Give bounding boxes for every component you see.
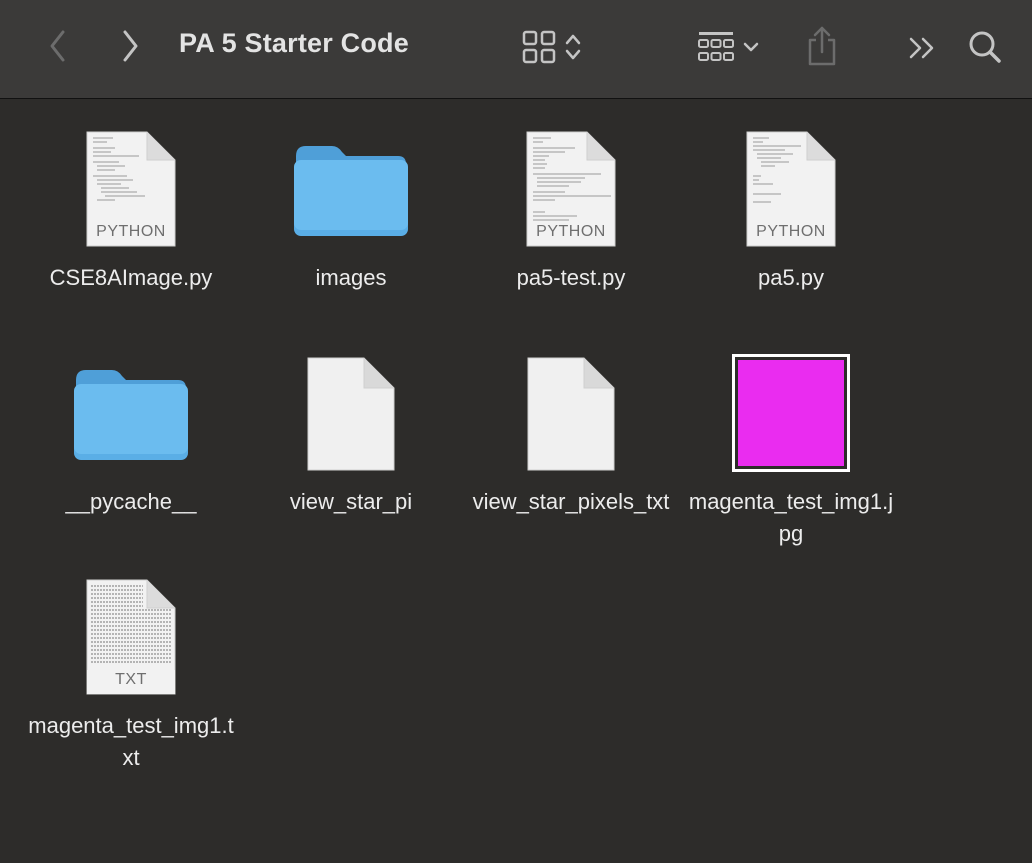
file-name: view_star_pixels_txt — [472, 489, 670, 514]
text-file-icon: TXT — [85, 578, 177, 696]
back-button[interactable] — [40, 24, 76, 68]
folder-item[interactable]: __pycache__ — [26, 342, 236, 518]
python-file-icon: PYTHON — [745, 130, 837, 248]
share-button[interactable] — [802, 22, 842, 70]
share-icon — [808, 26, 836, 66]
file-name: images — [315, 265, 387, 290]
forward-button[interactable] — [112, 24, 148, 68]
file-name: CSE8AImage.py — [49, 265, 213, 290]
group-by-button[interactable] — [690, 26, 766, 68]
file-item[interactable]: magenta_test_img1.jpg — [686, 342, 896, 550]
file-name: pa5.py — [757, 265, 825, 290]
file-item[interactable]: PYTHON pa5-test.py — [466, 118, 676, 294]
file-item[interactable]: PYTHON pa5.py — [686, 118, 896, 294]
chevron-right-icon — [123, 30, 138, 62]
search-button[interactable] — [964, 26, 1006, 68]
finder-toolbar: PA 5 Starter Code — [0, 0, 1032, 99]
folder-item[interactable]: images — [246, 118, 456, 294]
folder-icon — [74, 370, 188, 460]
folder-icon — [294, 146, 408, 236]
file-name: magenta_test_img1.txt — [28, 713, 234, 770]
chevron-down-icon — [743, 42, 759, 52]
file-item[interactable]: view_star_pixels_txt — [466, 342, 676, 518]
file-name: magenta_test_img1.jpg — [688, 489, 894, 546]
grid-view-icon — [522, 30, 556, 64]
group-by-icon — [698, 32, 734, 61]
file-item[interactable]: PYTHON CSE8AImage.py — [26, 118, 236, 294]
file-item[interactable]: view_star_pi — [246, 342, 456, 518]
blank-file-icon — [307, 357, 395, 471]
file-grid: PYTHON CSE8AImage.py images PYTHON pa5-t… — [0, 100, 1032, 863]
more-toolbar-button[interactable] — [900, 28, 944, 68]
file-name: pa5-test.py — [516, 265, 626, 290]
python-file-icon: PYTHON — [525, 130, 617, 248]
file-name: __pycache__ — [65, 489, 197, 514]
chevron-left-icon — [50, 30, 65, 62]
blank-file-icon — [527, 357, 615, 471]
more-toolbar-icon — [909, 37, 934, 59]
search-icon — [969, 31, 1001, 63]
window-title: PA 5 Starter Code — [179, 28, 409, 58]
chevron-updown-icon — [565, 34, 581, 60]
file-name: view_star_pi — [289, 489, 413, 514]
image-thumbnail — [732, 354, 850, 472]
view-mode-button[interactable] — [514, 26, 590, 68]
python-file-icon: PYTHON — [85, 130, 177, 248]
file-item[interactable]: TXT magenta_test_img1.txt — [26, 566, 236, 774]
